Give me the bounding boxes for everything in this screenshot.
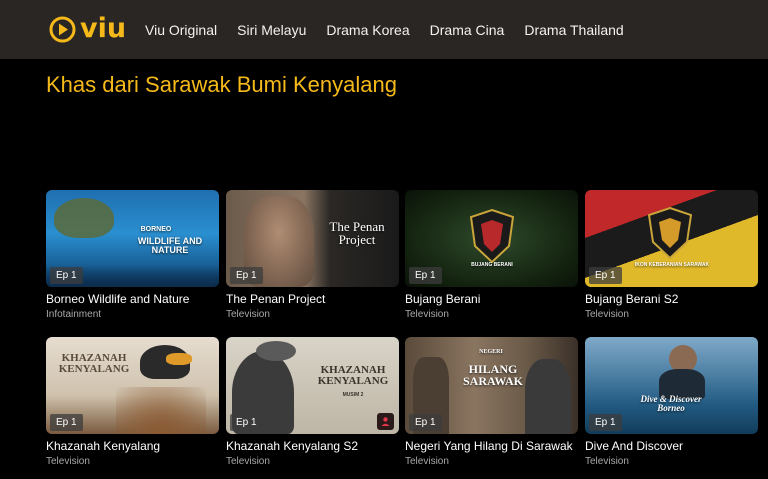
- brand-name: viu: [80, 13, 127, 44]
- show-genre: Television: [226, 309, 270, 320]
- show-card[interactable]: BORNEO WILDLIFE AND NATURE Ep 1 Borneo W…: [46, 190, 219, 320]
- show-card[interactable]: BUJANG BERANI Ep 1 Bujang Berani Televis…: [405, 190, 578, 320]
- show-title[interactable]: Borneo Wildlife and Nature: [46, 292, 219, 306]
- show-thumbnail[interactable]: KHAZANAH KENYALANG MUSIM 2 Ep 1: [226, 337, 399, 434]
- show-genre: Television: [405, 309, 449, 320]
- show-card[interactable]: Dive & Discover Borneo Ep 1 Dive And Dis…: [585, 337, 758, 467]
- nav-item-drama-cina[interactable]: Drama Cina: [430, 22, 505, 38]
- episode-badge: Ep 1: [409, 267, 442, 284]
- episode-badge: Ep 1: [589, 267, 622, 284]
- nav-item-viu-original[interactable]: Viu Original: [145, 22, 217, 38]
- section-title: Khas dari Sarawak Bumi Kenyalang: [46, 72, 397, 97]
- show-genre: Television: [585, 456, 629, 467]
- thumbnail-title: KHAZANAH KENYALANG: [317, 364, 389, 387]
- profile-badge[interactable]: [377, 413, 394, 430]
- show-title[interactable]: Dive And Discover: [585, 439, 758, 453]
- show-title[interactable]: Khazanah Kenyalang S2: [226, 439, 399, 453]
- show-genre: Television: [405, 456, 449, 467]
- thumbnail-title: KHAZANAH KENYALANG: [58, 352, 130, 375]
- thumbnail-title: IKON KEBERANIAN SARAWAK: [634, 262, 710, 268]
- episode-badge: Ep 1: [230, 414, 263, 431]
- show-title[interactable]: Negeri Yang Hilang Di Sarawak: [405, 439, 578, 453]
- thumbnail-subtitle: NEGERI: [479, 349, 503, 355]
- episode-badge: Ep 1: [230, 267, 263, 284]
- shield-emblem-icon: [469, 208, 515, 264]
- thumbnail-title: WILDLIFE AND NATURE: [137, 236, 203, 255]
- nav-item-siri-melayu[interactable]: Siri Melayu: [237, 22, 306, 38]
- thumbnail-title: BUJANG BERANI: [471, 262, 513, 268]
- show-title[interactable]: Bujang Berani S2: [585, 292, 758, 306]
- top-nav-bar: viu Viu Original Siri Melayu Drama Korea…: [0, 0, 768, 59]
- viu-logo[interactable]: viu: [49, 14, 126, 44]
- thumbnail-subtitle: MUSIM 2: [342, 392, 364, 398]
- thumbnail-title: HILANG SARAWAK: [462, 362, 523, 388]
- show-thumbnail[interactable]: NEGERI HILANG SARAWAK Ep 1: [405, 337, 578, 434]
- viu-play-logo-icon: [49, 16, 76, 42]
- show-card[interactable]: KHAZANAH KENYALANG MUSIM 2 Ep 1 Khazanah…: [226, 337, 399, 467]
- show-thumbnail[interactable]: The Penan Project Ep 1: [226, 190, 399, 287]
- show-card[interactable]: The Penan Project Ep 1 The Penan Project…: [226, 190, 399, 320]
- episode-badge: Ep 1: [50, 414, 83, 431]
- episode-badge: Ep 1: [50, 267, 83, 284]
- episode-badge: Ep 1: [409, 414, 442, 431]
- thumbnail-subtitle: BORNEO: [140, 226, 172, 233]
- episode-badge: Ep 1: [589, 414, 622, 431]
- show-genre: Infotainment: [46, 309, 102, 320]
- show-genre: Television: [585, 309, 629, 320]
- show-card[interactable]: KHAZANAH KENYALANG Ep 1 Khazanah Kenyala…: [46, 337, 219, 467]
- show-title[interactable]: Bujang Berani: [405, 292, 578, 306]
- show-thumbnail[interactable]: KHAZANAH KENYALANG Ep 1: [46, 337, 219, 434]
- show-genre: Television: [46, 456, 90, 467]
- show-title[interactable]: The Penan Project: [226, 292, 399, 306]
- thumbnail-title: Dive & Discover Borneo: [640, 394, 702, 413]
- show-genre: Television: [226, 456, 270, 467]
- show-card[interactable]: IKON KEBERANIAN SARAWAK Ep 1 Bujang Bera…: [585, 190, 758, 320]
- nav-item-drama-korea[interactable]: Drama Korea: [326, 22, 409, 38]
- show-card[interactable]: NEGERI HILANG SARAWAK Ep 1 Negeri Yang H…: [405, 337, 578, 467]
- show-thumbnail[interactable]: BORNEO WILDLIFE AND NATURE Ep 1: [46, 190, 219, 287]
- profile-badge-icon: [381, 417, 390, 426]
- main-nav: Viu Original Siri Melayu Drama Korea Dra…: [145, 0, 644, 59]
- shield-emblem-icon: [647, 206, 693, 260]
- show-thumbnail[interactable]: BUJANG BERANI Ep 1: [405, 190, 578, 287]
- show-title[interactable]: Khazanah Kenyalang: [46, 439, 219, 453]
- thumbnail-title: The Penan Project: [329, 219, 385, 247]
- show-thumbnail[interactable]: IKON KEBERANIAN SARAWAK Ep 1: [585, 190, 758, 287]
- nav-item-drama-thailand[interactable]: Drama Thailand: [524, 22, 623, 38]
- show-thumbnail[interactable]: Dive & Discover Borneo Ep 1: [585, 337, 758, 434]
